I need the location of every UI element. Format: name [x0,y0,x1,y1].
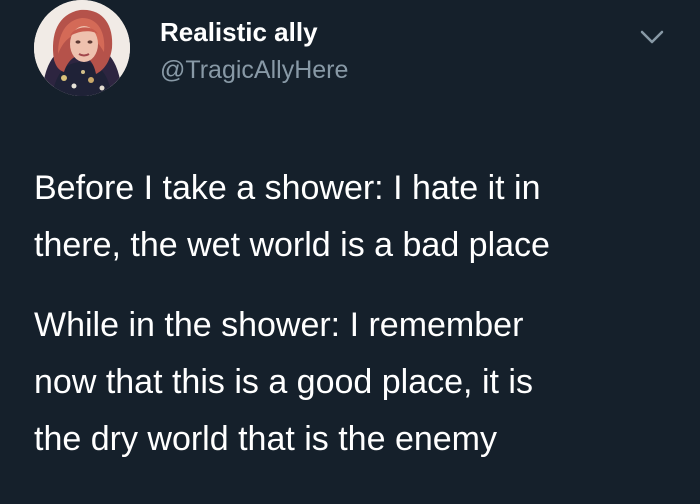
user-handle[interactable]: @TragicAllyHere [160,54,348,86]
display-name[interactable]: Realistic ally [160,16,318,48]
tweet-line: there, the wet world is a bad place [34,226,550,264]
tweet-line: While in the shower: I remember [34,306,524,344]
tweet-text: Before I take a shower: I hate it in the… [34,160,674,468]
tweet-line: the dry world that is the enemy [34,420,498,458]
tweet-card: Realistic ally @TragicAllyHere Before I … [0,0,700,504]
tweet-paragraph-while: While in the shower: I remember now that… [34,297,674,468]
avatar[interactable] [34,0,130,96]
profile-photo [34,0,130,96]
tweet-paragraph-before: Before I take a shower: I hate it in the… [34,160,674,274]
chevron-down-icon[interactable] [634,22,670,52]
tweet-line: Before I take a shower: I hate it in [34,169,541,207]
tweet-line: now that this is a good place, it is [34,363,533,401]
